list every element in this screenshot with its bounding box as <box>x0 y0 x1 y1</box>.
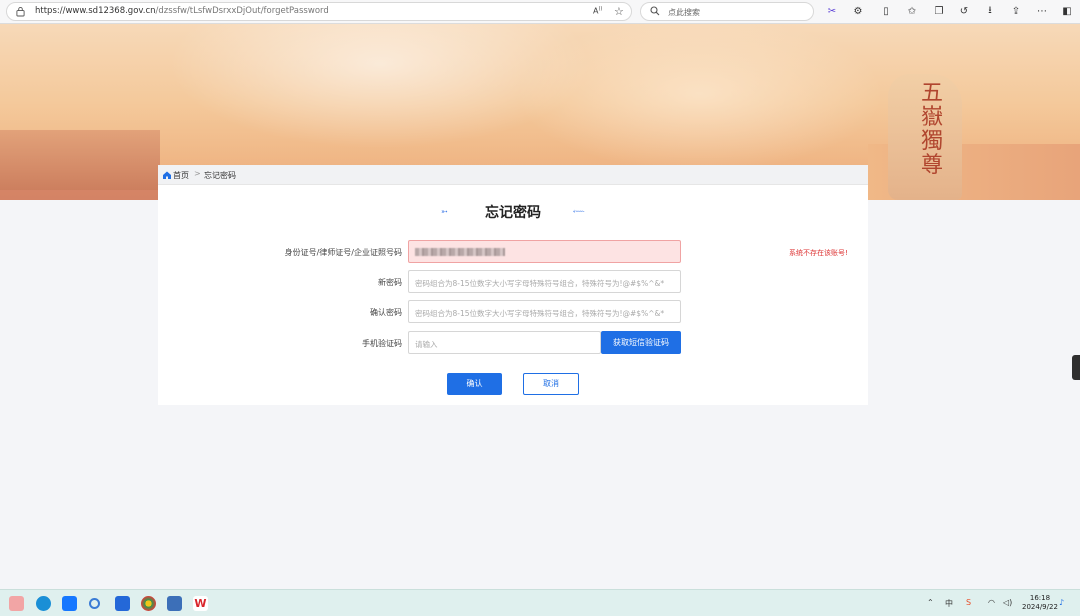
url-text: https://www.sd12368.gov.cn/dzssfw/tLsfwD… <box>35 6 329 16</box>
page-title: 忘记密码 <box>485 205 541 221</box>
breadcrumb-current: 忘记密码 <box>204 171 236 180</box>
history-icon[interactable]: ↺ <box>956 3 972 19</box>
chevron-up-icon[interactable]: ⌃ <box>927 598 934 607</box>
search-placeholder: 点此搜索 <box>668 8 700 17</box>
ime-indicator[interactable]: 中 <box>945 598 953 609</box>
favorite-star-icon[interactable]: ☆ <box>614 5 624 18</box>
sogou-input-icon[interactable]: S <box>966 598 971 607</box>
address-bar[interactable]: https://www.sd12368.gov.cn/dzssfw/tLsfwD… <box>6 2 632 21</box>
title-decoration-right-icon: ⬳ <box>573 207 584 216</box>
get-sms-code-button[interactable]: 获取短信验证码 <box>601 331 681 354</box>
search-icon <box>650 6 660 16</box>
banner-stone-inscription: 五嶽獨尊 <box>920 81 943 178</box>
wps-office-icon[interactable]: W <box>193 596 208 611</box>
screenshot-scissors-icon[interactable]: ✂ <box>824 3 840 19</box>
wechat-app-icon[interactable] <box>9 596 24 611</box>
browser-toolbar: https://www.sd12368.gov.cn/dzssfw/tLsfwD… <box>0 0 1080 24</box>
confirm-password-input[interactable]: 密码组合为8-15位数字大小写字母特殊符号组合，特殊符号为!@#$%^&* <box>408 300 681 323</box>
windows-taskbar: W ⌃ 中 S ◠ ◁) 16:18 2024/9/22 ♪ <box>0 589 1080 616</box>
side-panel-handle[interactable] <box>1072 355 1080 380</box>
edge-browser-icon[interactable] <box>36 596 51 611</box>
id-error-message: 系统不存在该账号! <box>789 249 848 257</box>
sidebar-toggle-icon[interactable]: ◧ <box>1059 3 1075 19</box>
breadcrumb-home-link[interactable]: 首页 <box>173 170 189 181</box>
read-aloud-icon[interactable]: A)) <box>593 6 602 16</box>
app-s-icon[interactable] <box>62 596 77 611</box>
id-number-input[interactable] <box>408 240 681 263</box>
split-screen-icon[interactable]: ▯ <box>878 3 894 19</box>
sms-code-input[interactable]: 请输入 <box>408 331 601 354</box>
volume-icon[interactable]: ◁) <box>1003 598 1012 607</box>
wifi-icon[interactable]: ◠ <box>988 598 995 607</box>
confirm-password-label: 确认密码 <box>370 308 402 317</box>
clock-time: 16:18 <box>1029 594 1051 602</box>
redacted-id-value <box>415 248 505 256</box>
app-window-icon[interactable] <box>167 596 182 611</box>
new-password-input[interactable]: 密码组合为8-15位数字大小写字母特殊符号组合，特殊符号为!@#$%^&* <box>408 270 681 293</box>
download-icon[interactable]: ⭳ <box>982 3 998 19</box>
lock-icon <box>16 7 25 17</box>
search-box[interactable]: 点此搜索 <box>640 2 814 21</box>
collections-icon[interactable]: ❐ <box>931 3 947 19</box>
id-number-label: 身份证号/律师证号/企业证照号码 <box>284 248 402 257</box>
favorites-icon[interactable]: ✩ <box>904 3 920 19</box>
home-icon[interactable] <box>162 170 172 180</box>
extensions-icon[interactable]: ⚙ <box>850 3 866 19</box>
chevron-right-icon: > <box>194 169 201 178</box>
sms-code-label: 手机验证码 <box>362 339 402 348</box>
forget-password-card: 首页 > 忘记密码 ➵ 忘记密码 ⬳ 身份证号/律师证号/企业证照号码 系统不存… <box>158 165 868 405</box>
search-app-icon[interactable] <box>89 598 100 609</box>
notification-bell-icon[interactable]: ♪ <box>1059 598 1064 607</box>
new-password-label: 新密码 <box>378 278 402 287</box>
breadcrumb: 首页 > 忘记密码 <box>158 165 868 185</box>
cancel-button[interactable]: 取消 <box>523 373 579 395</box>
system-clock[interactable]: 16:18 2024/9/22 <box>1022 594 1058 612</box>
confirm-button[interactable]: 确认 <box>447 373 502 395</box>
app-blue-cube-icon[interactable] <box>115 596 130 611</box>
share-icon[interactable]: ⇪ <box>1008 3 1024 19</box>
chrome-browser-icon[interactable] <box>141 596 156 611</box>
clock-date: 2024/9/22 <box>1022 603 1058 611</box>
more-menu-icon[interactable]: ⋯ <box>1034 3 1050 19</box>
